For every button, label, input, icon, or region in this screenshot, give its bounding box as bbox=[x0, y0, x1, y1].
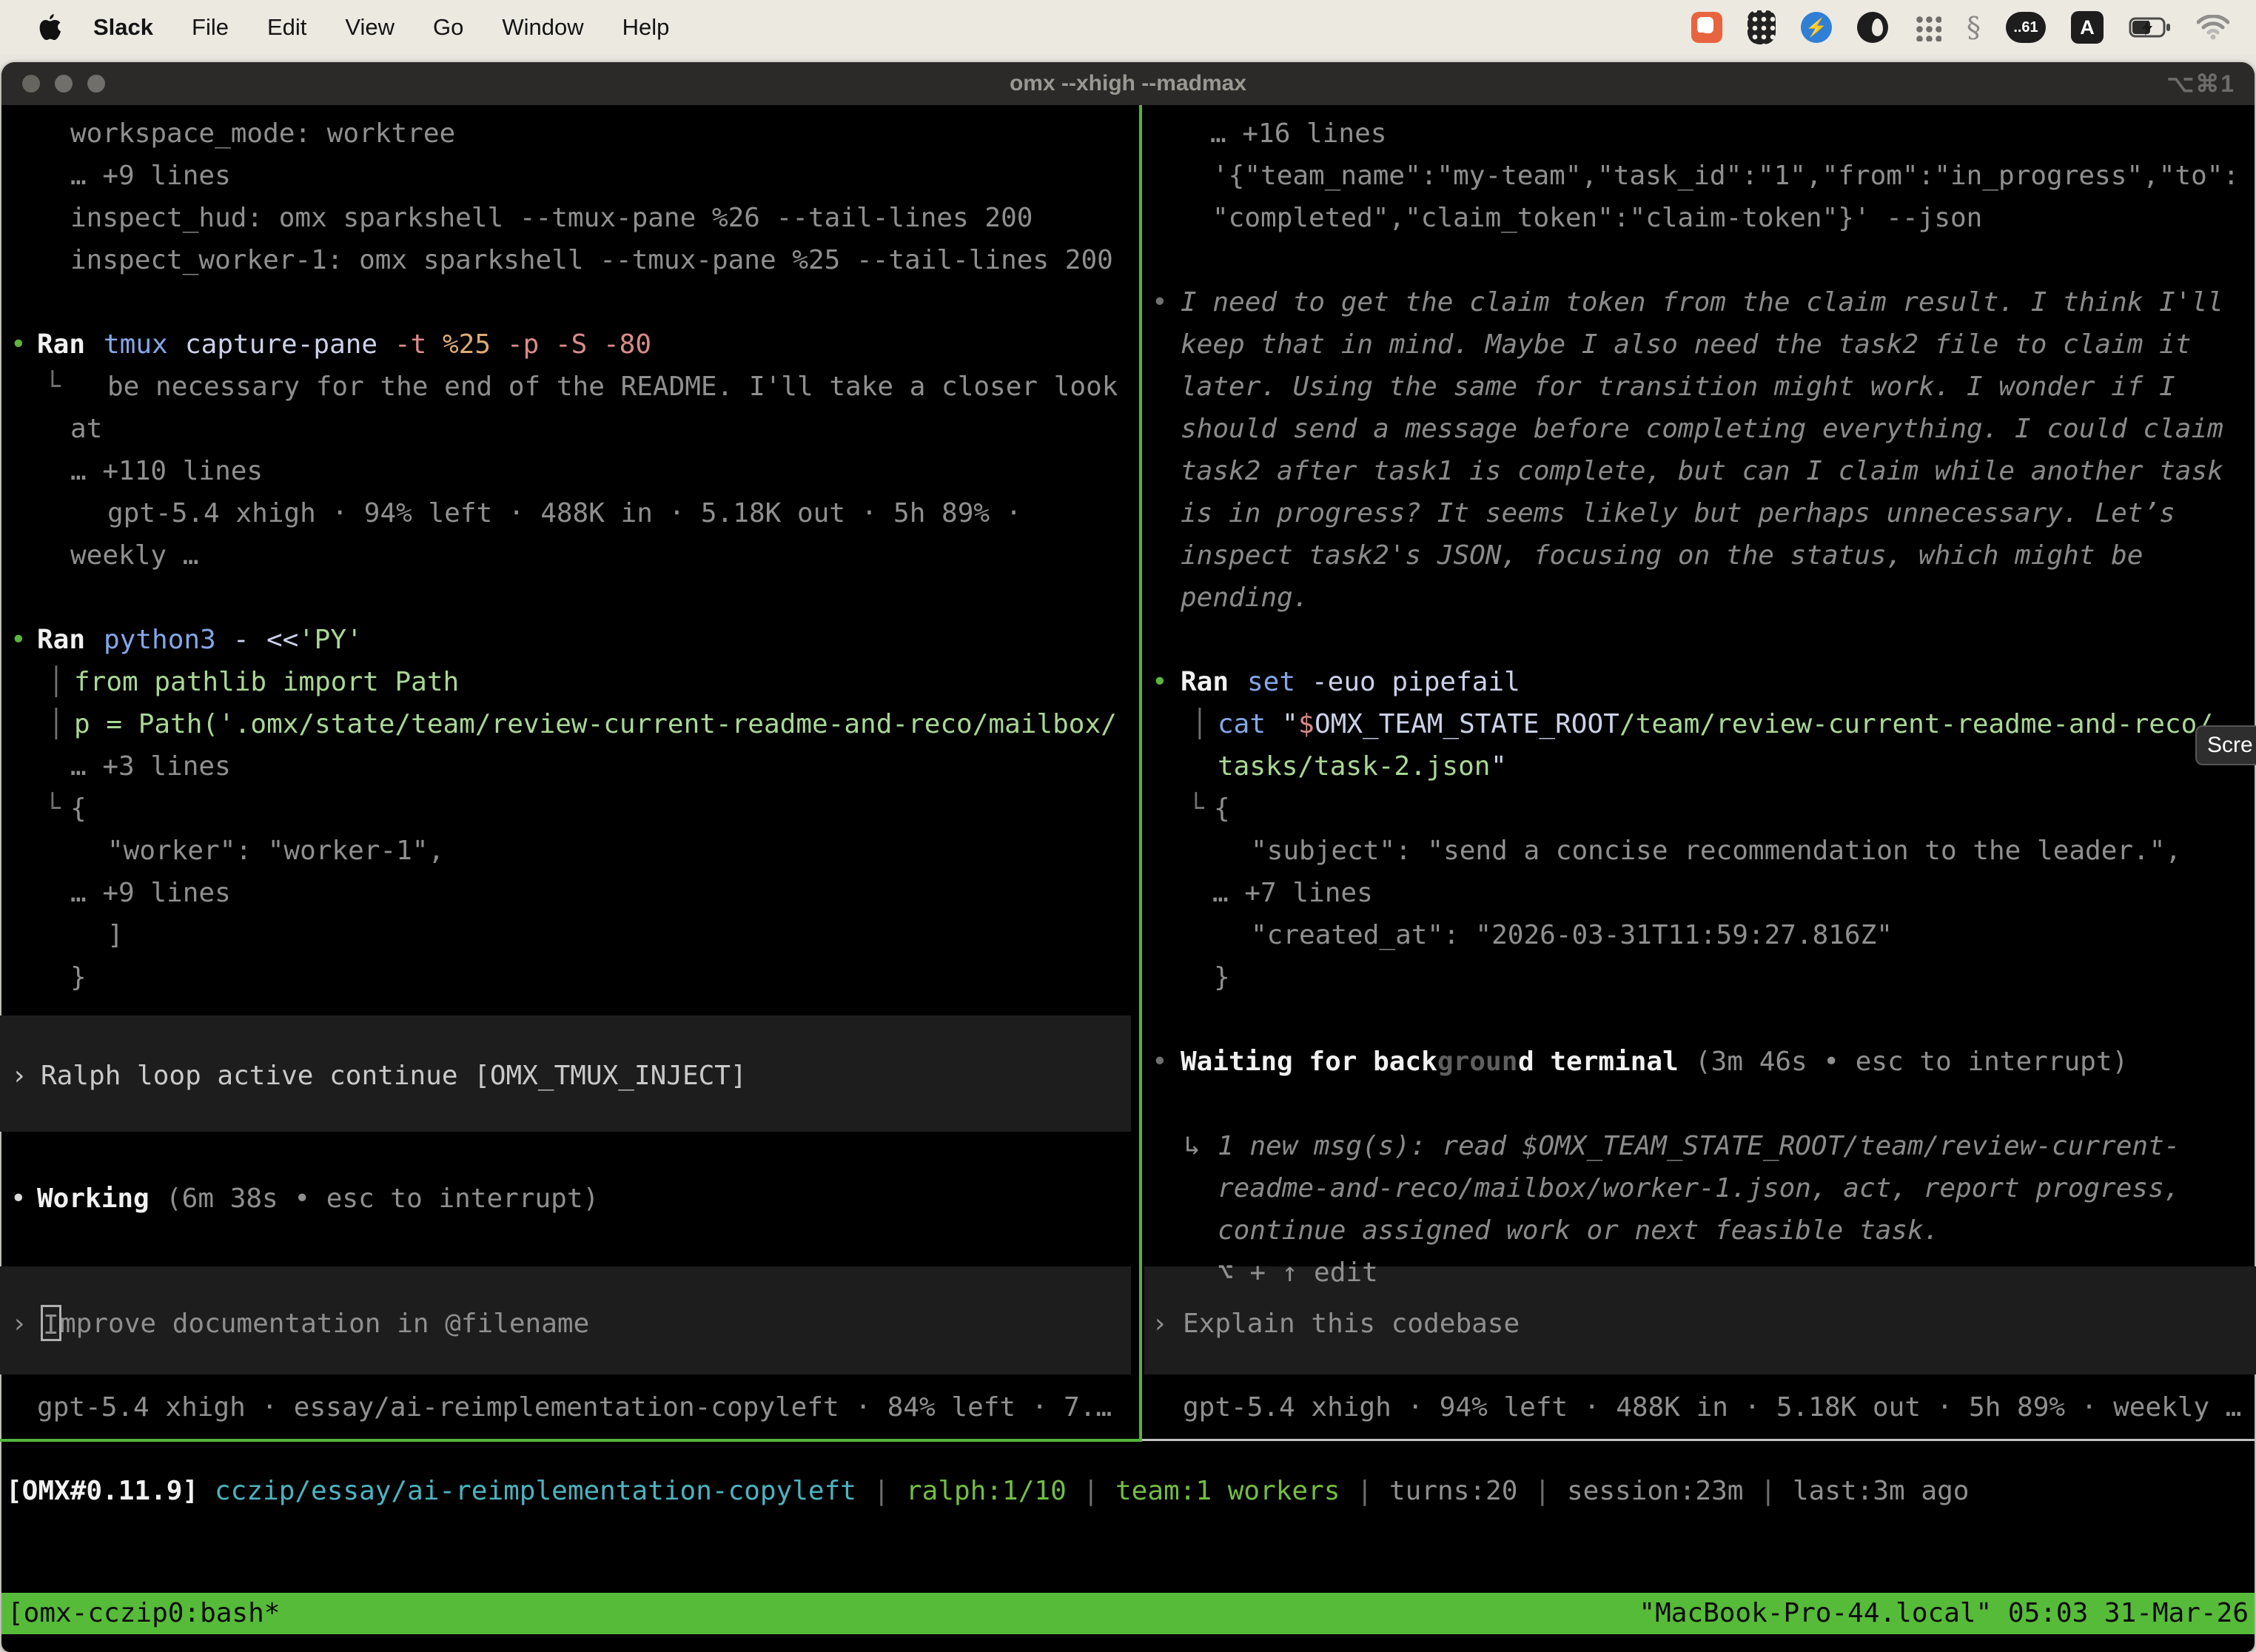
apple-menu[interactable] bbox=[36, 11, 65, 44]
moon-crescent-icon[interactable] bbox=[1857, 12, 1888, 43]
menu-item-view[interactable]: View bbox=[345, 14, 395, 41]
blue-lightning-icon[interactable]: ⚡ bbox=[1801, 12, 1832, 43]
battery-icon[interactable] bbox=[2129, 17, 2172, 38]
menu-item-help[interactable]: Help bbox=[622, 14, 670, 41]
menu-item-file[interactable]: File bbox=[192, 14, 229, 41]
screen-record-icon[interactable] bbox=[1691, 12, 1722, 43]
keypad-shield-icon[interactable] bbox=[1748, 10, 1776, 44]
screen-tooltip: Scre bbox=[2195, 725, 2256, 765]
input-source-icon[interactable]: A bbox=[2071, 11, 2104, 44]
dots-grid-icon[interactable] bbox=[1913, 13, 1941, 41]
macos-menu-bar: Slack File Edit View Go Window Help ⚡ § ..61 … bbox=[0, 0, 2256, 55]
menu-item-edit[interactable]: Edit bbox=[267, 14, 306, 41]
menu-item-go[interactable]: Go bbox=[433, 14, 463, 41]
app-menu-slack[interactable]: Slack bbox=[93, 14, 153, 41]
menu-items: File Edit View Go Window Help bbox=[153, 14, 669, 41]
menu-item-window[interactable]: Window bbox=[502, 14, 583, 41]
wifi-icon[interactable] bbox=[2197, 15, 2229, 40]
window-titlebar[interactable]: omx --xhigh --madmax ⌥⌘1 bbox=[1, 62, 2255, 105]
terminal-window bbox=[1, 62, 2255, 1652]
menu-status-icons: ⚡ § ..61 A bbox=[1691, 10, 2256, 44]
stat-badge-icon[interactable]: ..61 bbox=[2006, 12, 2046, 43]
tooltip-text: Scre bbox=[2207, 733, 2253, 758]
window-title: omx --xhigh --madmax bbox=[1, 71, 2255, 96]
tmux-host-clock: "MacBook-Pro-44.local" 05:03 31-Mar-26 bbox=[1639, 1593, 2255, 1634]
apple-icon bbox=[38, 13, 63, 42]
squiggle-icon[interactable]: § bbox=[1967, 11, 1981, 44]
tmux-status-bar: [omx-cczip0:bash* "MacBook-Pro-44.local"… bbox=[1, 1593, 2255, 1634]
tmux-session-label: [omx-cczip0:bash* bbox=[1, 1593, 280, 1634]
window-shortcut-badge: ⌥⌘1 bbox=[2166, 70, 2235, 98]
